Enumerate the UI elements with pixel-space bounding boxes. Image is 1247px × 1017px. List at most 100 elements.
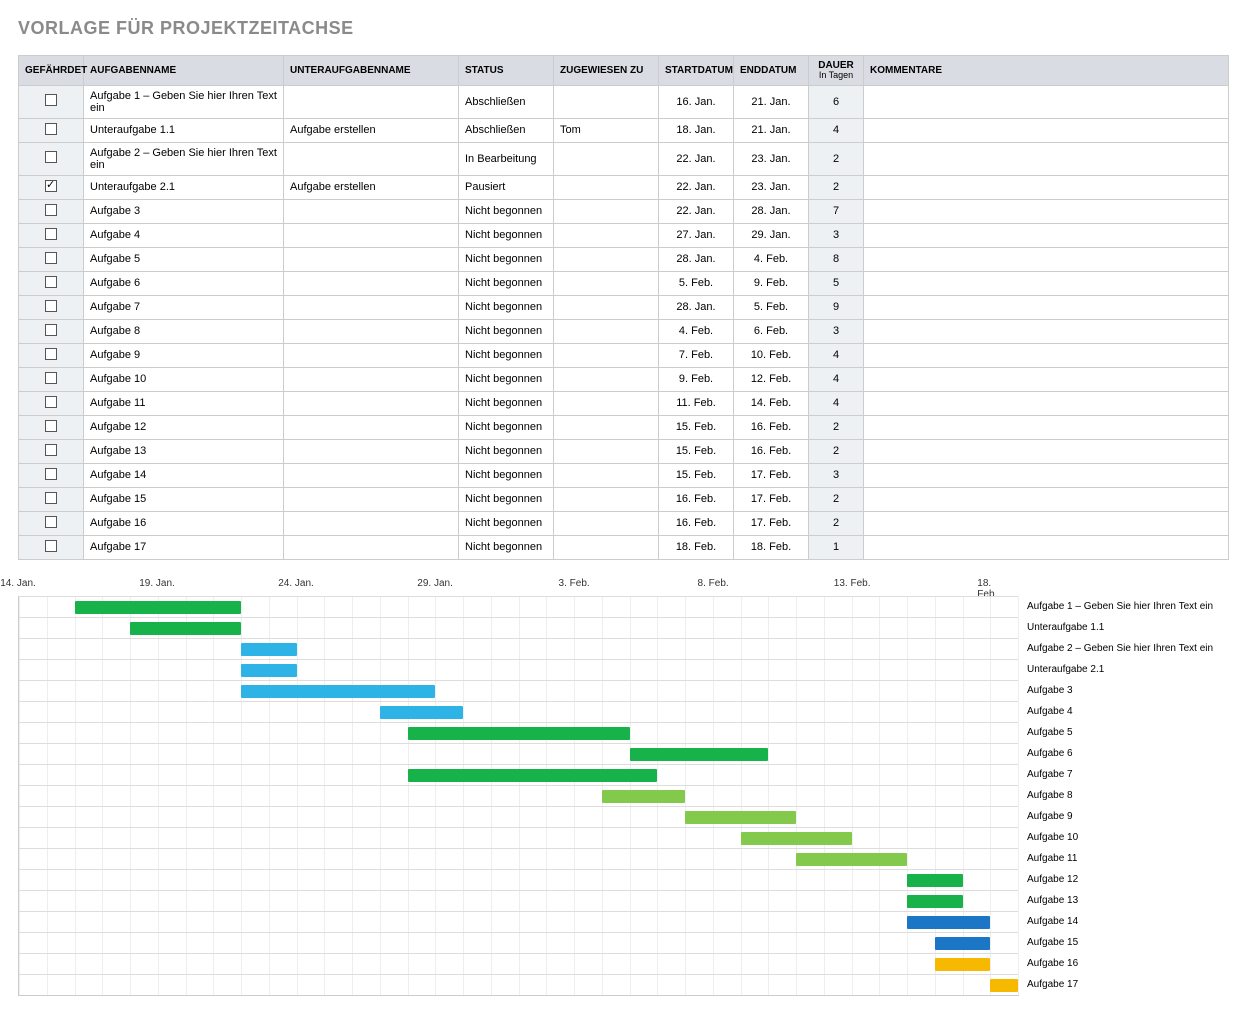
cell-kommentare[interactable]: [864, 247, 1229, 271]
checkbox[interactable]: [45, 94, 57, 106]
cell-subname[interactable]: [284, 367, 459, 391]
cell-assigned[interactable]: [554, 85, 659, 118]
cell-name[interactable]: Aufgabe 3: [84, 199, 284, 223]
checkbox[interactable]: [45, 228, 57, 240]
cell-end[interactable]: 18. Feb.: [734, 535, 809, 559]
cell-start[interactable]: 15. Feb.: [659, 415, 734, 439]
checkbox[interactable]: [45, 180, 57, 192]
cell-name[interactable]: Aufgabe 13: [84, 439, 284, 463]
cell-kommentare[interactable]: [864, 511, 1229, 535]
cell-start[interactable]: 4. Feb.: [659, 319, 734, 343]
cell-start[interactable]: 16. Feb.: [659, 487, 734, 511]
cell-dauer[interactable]: 2: [809, 175, 864, 199]
cell-start[interactable]: 9. Feb.: [659, 367, 734, 391]
cell-subname[interactable]: [284, 319, 459, 343]
cell-name[interactable]: Aufgabe 8: [84, 319, 284, 343]
cell-name[interactable]: Aufgabe 5: [84, 247, 284, 271]
cell-assigned[interactable]: [554, 511, 659, 535]
cell-kommentare[interactable]: [864, 463, 1229, 487]
checkbox[interactable]: [45, 540, 57, 552]
cell-start[interactable]: 28. Jan.: [659, 247, 734, 271]
cell-assigned[interactable]: [554, 175, 659, 199]
cell-start[interactable]: 16. Jan.: [659, 85, 734, 118]
cell-name[interactable]: Aufgabe 16: [84, 511, 284, 535]
cell-assigned[interactable]: [554, 439, 659, 463]
cell-dauer[interactable]: 2: [809, 415, 864, 439]
cell-kommentare[interactable]: [864, 487, 1229, 511]
cell-status[interactable]: Abschließen: [459, 85, 554, 118]
cell-status[interactable]: In Bearbeitung: [459, 142, 554, 175]
cell-subname[interactable]: [284, 85, 459, 118]
cell-start[interactable]: 22. Jan.: [659, 175, 734, 199]
cell-assigned[interactable]: [554, 295, 659, 319]
cell-kommentare[interactable]: [864, 295, 1229, 319]
cell-name[interactable]: Aufgabe 7: [84, 295, 284, 319]
cell-status[interactable]: Nicht begonnen: [459, 391, 554, 415]
cell-assigned[interactable]: [554, 415, 659, 439]
cell-dauer[interactable]: 9: [809, 295, 864, 319]
cell-assigned[interactable]: [554, 247, 659, 271]
cell-status[interactable]: Nicht begonnen: [459, 247, 554, 271]
cell-start[interactable]: 15. Feb.: [659, 439, 734, 463]
cell-name[interactable]: Aufgabe 6: [84, 271, 284, 295]
cell-status[interactable]: Nicht begonnen: [459, 439, 554, 463]
cell-end[interactable]: 9. Feb.: [734, 271, 809, 295]
cell-end[interactable]: 14. Feb.: [734, 391, 809, 415]
cell-name[interactable]: Aufgabe 15: [84, 487, 284, 511]
checkbox[interactable]: [45, 396, 57, 408]
cell-subname[interactable]: [284, 535, 459, 559]
cell-subname[interactable]: [284, 247, 459, 271]
cell-subname[interactable]: [284, 439, 459, 463]
cell-end[interactable]: 23. Jan.: [734, 175, 809, 199]
cell-start[interactable]: 15. Feb.: [659, 463, 734, 487]
cell-start[interactable]: 27. Jan.: [659, 223, 734, 247]
cell-name[interactable]: Aufgabe 4: [84, 223, 284, 247]
cell-start[interactable]: 18. Jan.: [659, 118, 734, 142]
cell-subname[interactable]: [284, 487, 459, 511]
cell-subname[interactable]: [284, 391, 459, 415]
cell-subname[interactable]: [284, 142, 459, 175]
cell-subname[interactable]: Aufgabe erstellen: [284, 175, 459, 199]
cell-assigned[interactable]: [554, 487, 659, 511]
checkbox[interactable]: [45, 300, 57, 312]
cell-dauer[interactable]: 4: [809, 391, 864, 415]
cell-status[interactable]: Nicht begonnen: [459, 367, 554, 391]
cell-subname[interactable]: [284, 463, 459, 487]
checkbox[interactable]: [45, 372, 57, 384]
cell-name[interactable]: Aufgabe 2 – Geben Sie hier Ihren Text ei…: [84, 142, 284, 175]
cell-end[interactable]: 5. Feb.: [734, 295, 809, 319]
cell-end[interactable]: 17. Feb.: [734, 511, 809, 535]
cell-status[interactable]: Nicht begonnen: [459, 223, 554, 247]
cell-assigned[interactable]: [554, 199, 659, 223]
cell-dauer[interactable]: 3: [809, 223, 864, 247]
cell-status[interactable]: Nicht begonnen: [459, 535, 554, 559]
cell-kommentare[interactable]: [864, 175, 1229, 199]
cell-end[interactable]: 10. Feb.: [734, 343, 809, 367]
cell-status[interactable]: Nicht begonnen: [459, 463, 554, 487]
cell-end[interactable]: 21. Jan.: [734, 85, 809, 118]
cell-dauer[interactable]: 5: [809, 271, 864, 295]
cell-dauer[interactable]: 6: [809, 85, 864, 118]
cell-kommentare[interactable]: [864, 343, 1229, 367]
cell-dauer[interactable]: 4: [809, 118, 864, 142]
cell-name[interactable]: Aufgabe 12: [84, 415, 284, 439]
cell-assigned[interactable]: [554, 223, 659, 247]
cell-name[interactable]: Aufgabe 9: [84, 343, 284, 367]
cell-assigned[interactable]: [554, 367, 659, 391]
cell-end[interactable]: 21. Jan.: [734, 118, 809, 142]
cell-assigned[interactable]: [554, 343, 659, 367]
cell-start[interactable]: 18. Feb.: [659, 535, 734, 559]
checkbox[interactable]: [45, 151, 57, 163]
checkbox[interactable]: [45, 123, 57, 135]
checkbox[interactable]: [45, 252, 57, 264]
cell-end[interactable]: 23. Jan.: [734, 142, 809, 175]
checkbox[interactable]: [45, 516, 57, 528]
cell-status[interactable]: Nicht begonnen: [459, 343, 554, 367]
cell-start[interactable]: 11. Feb.: [659, 391, 734, 415]
cell-dauer[interactable]: 7: [809, 199, 864, 223]
cell-status[interactable]: Abschließen: [459, 118, 554, 142]
cell-status[interactable]: Pausiert: [459, 175, 554, 199]
cell-subname[interactable]: [284, 415, 459, 439]
cell-subname[interactable]: [284, 511, 459, 535]
cell-end[interactable]: 6. Feb.: [734, 319, 809, 343]
